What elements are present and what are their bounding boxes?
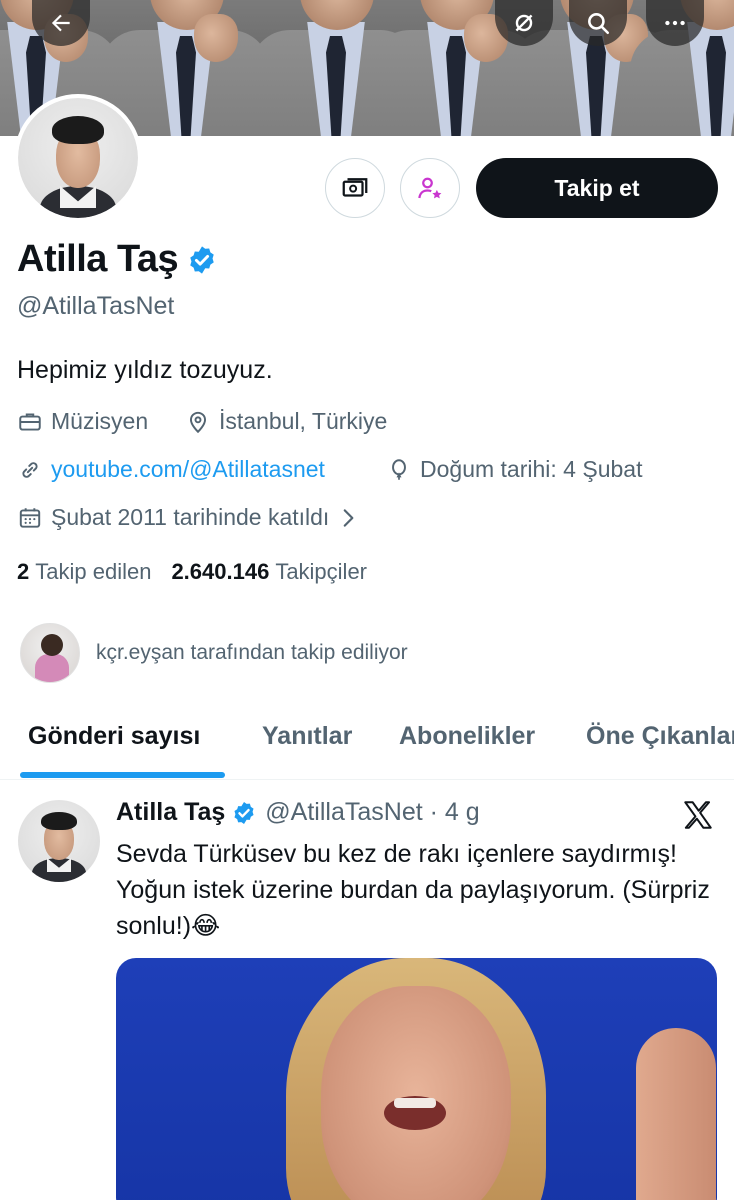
- sync-icon: [515, 14, 533, 32]
- chevron-right-icon: [343, 508, 354, 527]
- location-text: İstanbul, Türkiye: [219, 408, 388, 434]
- tab-subscriptions[interactable]: Abonelikler: [399, 722, 535, 751]
- followers-count: 2.640.146: [171, 559, 270, 584]
- active-tab-indicator: [20, 772, 225, 778]
- followed-by-row[interactable]: kçr.eyşan tarafından takip ediliyor: [20, 623, 408, 683]
- birthday-text: Doğum tarihi: 4 Şubat: [420, 456, 643, 482]
- tab-posts[interactable]: Gönderi sayısı: [28, 722, 200, 751]
- arrow-left-icon: [51, 14, 70, 32]
- birthday-item: Doğum tarihi: 4 Şubat: [386, 456, 642, 483]
- followers-label: Takipçiler: [275, 559, 368, 584]
- follower-avatar: [20, 623, 80, 683]
- subscribe-button[interactable]: [325, 158, 385, 218]
- verified-badge-icon[interactable]: [186, 244, 218, 276]
- x-logo-icon[interactable]: [681, 798, 715, 832]
- balloon-icon: [392, 458, 406, 480]
- tweet-avatar[interactable]: [18, 800, 100, 882]
- tweet-media[interactable]: [116, 958, 717, 1200]
- tab-highlights[interactable]: Öne Çıkanlar: [586, 722, 734, 751]
- follow-button[interactable]: Takip et: [476, 158, 718, 218]
- briefcase-icon: [19, 412, 41, 431]
- profession-item: Müzisyen: [17, 408, 148, 435]
- following-label: Takip edilen: [35, 559, 152, 584]
- tweet-header: Atilla Taş @AtillaTasNet · 4 g: [116, 798, 480, 827]
- website-link[interactable]: youtube.com/@Atillatasnet: [51, 456, 325, 483]
- profile-name: Atilla Taş: [17, 238, 218, 281]
- following-count: 2: [17, 559, 30, 584]
- calendar-icon: [19, 507, 41, 528]
- tweet-author-handle: @AtillaTasNet · 4 g: [265, 798, 480, 826]
- joined-text: Şubat 2011 tarihinde katıldı: [51, 504, 330, 530]
- location-pin-icon: [189, 411, 207, 433]
- tab-replies[interactable]: Yanıtlar: [262, 722, 352, 751]
- profile-tabs: Gönderi sayısı Yanıtlar Abonelikler Öne …: [0, 700, 734, 780]
- followed-by-text: kçr.eyşan tarafından takip ediliyor: [96, 641, 408, 664]
- profession-text: Müzisyen: [51, 408, 149, 434]
- search-icon: [588, 13, 610, 35]
- more-icon: [665, 20, 685, 26]
- following-link[interactable]: 2 Takip edilen: [17, 559, 151, 585]
- link-icon: [22, 461, 38, 478]
- money-icon: [342, 178, 368, 197]
- subscribe-star-button[interactable]: [400, 158, 460, 218]
- joined-item[interactable]: Şubat 2011 tarihinde katıldı: [17, 504, 361, 531]
- profile-bio: Hepimiz yıldız tozuyuz.: [17, 356, 273, 384]
- profile-handle: @AtillaTasNet: [17, 292, 175, 320]
- follow-counts: 2 Takip edilen 2.640.146 Takipçiler: [17, 559, 367, 585]
- tweet-text: Sevda Türküsev bu kez de rakı içenlere s…: [116, 840, 710, 940]
- banner-figure: [100, 0, 270, 136]
- profile-avatar[interactable]: [14, 94, 142, 222]
- website-item[interactable]: youtube.com/@Atillatasnet: [17, 456, 325, 483]
- location-item: İstanbul, Türkiye: [185, 408, 387, 435]
- verified-badge-icon: [234, 801, 254, 824]
- person-star-icon: [418, 177, 442, 199]
- profile-name-text: Atilla Taş: [17, 238, 179, 280]
- tweet-author-name[interactable]: Atilla Taş: [116, 798, 225, 827]
- followers-link[interactable]: 2.640.146 Takipçiler: [171, 559, 367, 585]
